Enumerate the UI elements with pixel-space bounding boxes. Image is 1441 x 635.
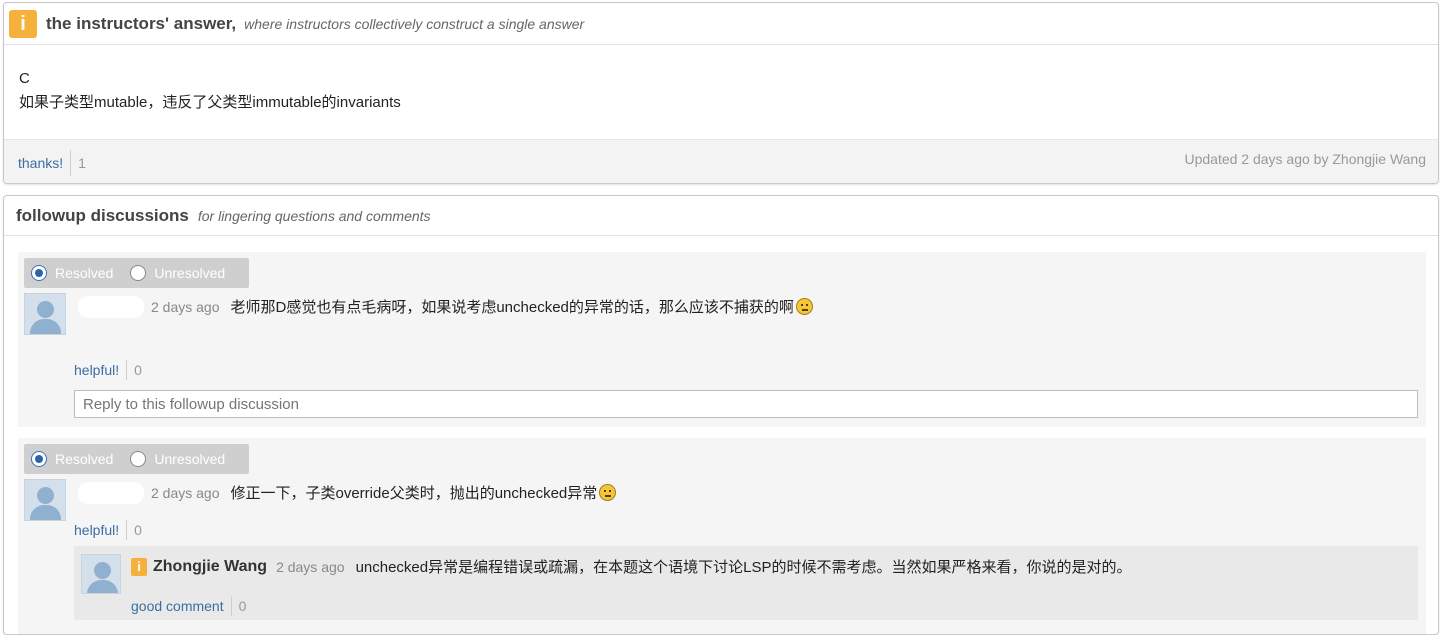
avatar [24,293,66,335]
instructors-answer-card: i the instructors' answer, where instruc… [3,2,1439,184]
thanks-button[interactable]: thanks! [18,155,63,171]
divider [126,520,128,540]
followup-title: followup discussions [16,205,189,225]
followup-message: 修正一下，子类override父类时，抛出的unchecked异常 [231,482,617,503]
thinking-face-icon [795,298,813,315]
followup-header: followup discussions for lingering quest… [4,196,1438,236]
unresolved-radio[interactable] [130,451,147,467]
answer-title: the instructors' answer, [46,13,237,33]
answer-body: C 如果子类型mutable，违反了父类型immutable的invariant… [4,45,1438,139]
followup-discussions-card: followup discussions for lingering quest… [3,195,1439,635]
followup-subtitle: for lingering questions and comments [197,207,431,224]
reply-author: Zhongjie Wang [153,557,268,575]
answer-footer: thanks! 1 Updated 2 days ago by Zhongjie… [4,139,1438,183]
answer-header: i the instructors' answer, where instruc… [4,3,1438,45]
followup-message-text: 修正一下，子类override父类时，抛出的unchecked异常 [230,485,598,502]
followup-thread: Resolved Unresolved 2 days ago 修正一下，子类ov… [18,438,1426,634]
reply-input[interactable] [74,390,1418,418]
followup-message: 老师那D感觉也有点毛病呀，如果说考虑unchecked的异常的话，那么应该不捕获… [231,296,813,317]
resolve-toggle: Resolved Unresolved [24,444,249,474]
unresolved-label[interactable]: Unresolved [154,265,225,281]
followup-message-text: 老师那D感觉也有点毛病呀，如果说考虑unchecked的异常的话，那么应该不捕获… [230,299,794,316]
helpful-count: 0 [134,362,142,378]
redacted-author-name [78,296,144,318]
helpful-row: helpful! 0 [74,360,142,380]
answer-subtitle: where instructors collectively construct… [244,15,585,32]
followup-thread: Resolved Unresolved 2 days ago 老师那D感觉也有点… [18,252,1426,427]
followup-meta: 2 days ago 修正一下，子类override父类时，抛出的uncheck… [151,482,617,503]
resolved-label[interactable]: Resolved [55,451,113,467]
resolved-radio[interactable] [31,451,47,467]
reply-message: unchecked异常是编程错误或疏漏，在本题这个语境下讨论LSP的时候不需考虑… [355,559,1132,576]
helpful-count: 0 [134,522,142,538]
good-comment-row: good comment 0 [131,596,246,616]
divider [70,149,72,176]
good-comment-button[interactable]: good comment [131,598,224,614]
divider [230,596,232,616]
avatar [81,554,121,594]
helpful-button[interactable]: helpful! [74,522,119,538]
instructor-reply: i Zhongjie Wang 2 days ago unchecked异常是编… [74,546,1418,620]
helpful-row: helpful! 0 [74,520,142,540]
reply-time: 2 days ago [276,558,345,575]
thanks-count: 1 [78,154,86,171]
instructor-badge-icon: i [9,9,37,38]
divider [126,360,128,380]
resolved-radio[interactable] [31,265,47,281]
helpful-button[interactable]: helpful! [74,362,119,378]
updated-text: Updated 2 days ago by Zhongjie Wang [1184,151,1426,167]
resolve-toggle: Resolved Unresolved [24,258,249,288]
followup-time: 2 days ago [151,298,220,315]
followup-meta: 2 days ago 老师那D感觉也有点毛病呀，如果说考虑unchecked的异… [151,296,813,317]
answer-line-1: C [19,70,30,87]
reply-meta: i Zhongjie Wang 2 days ago unchecked异常是编… [131,556,1131,577]
resolved-label[interactable]: Resolved [55,265,113,281]
smiling-face-icon [599,484,617,501]
followup-time: 2 days ago [151,484,220,501]
unresolved-radio[interactable] [130,265,147,281]
good-comment-count: 0 [238,598,247,614]
avatar [24,479,66,521]
answer-line-2: 如果子类型mutable，违反了父类型immutable的invariants [19,94,401,111]
instructor-badge-icon: i [131,557,147,576]
unresolved-label[interactable]: Unresolved [154,451,225,467]
redacted-author-name [78,482,144,504]
